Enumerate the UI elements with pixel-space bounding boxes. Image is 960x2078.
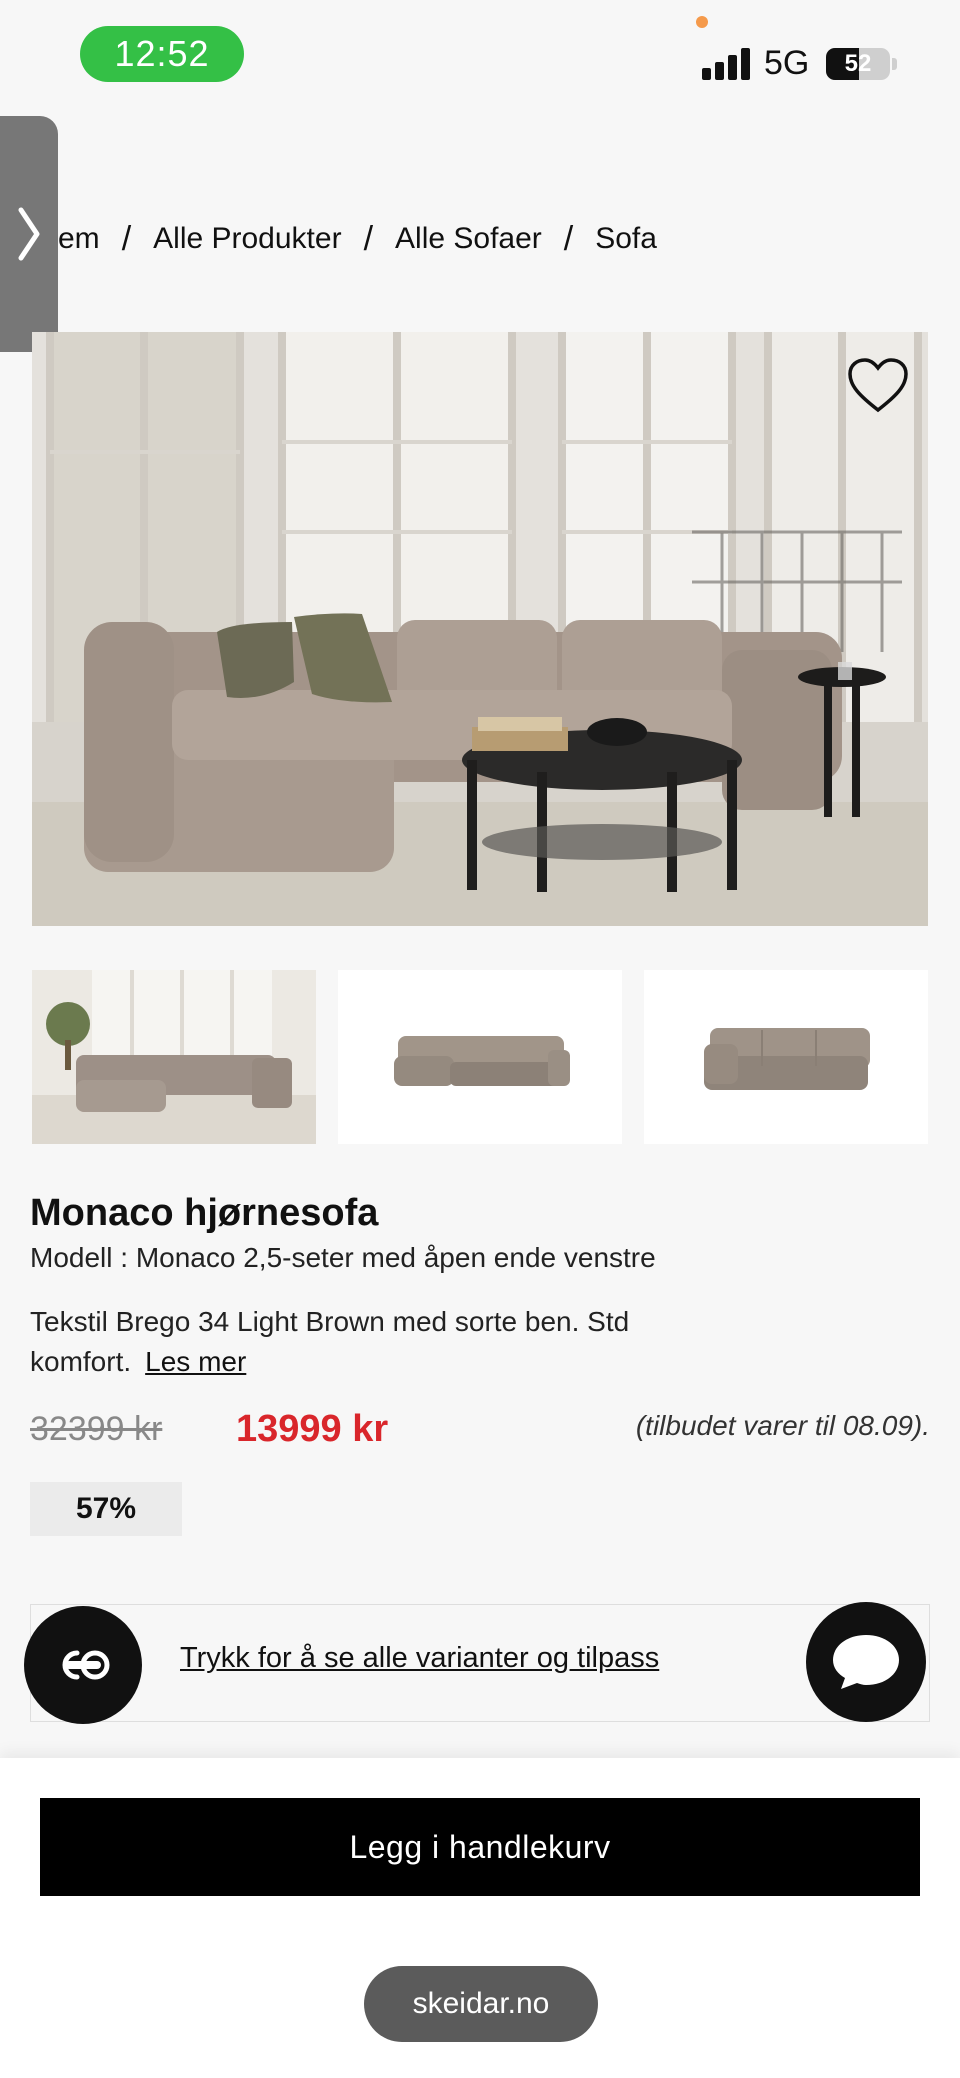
breadcrumb-item-sofa[interactable]: Sofa — [595, 222, 657, 256]
breadcrumb-item-home[interactable]: em — [58, 222, 100, 256]
breadcrumb: em / Alle Produkter / Alle Sofaer / Sofa — [58, 214, 657, 264]
sale-price: 13999 kr — [236, 1408, 389, 1450]
old-price: 32399 kr — [30, 1410, 163, 1448]
co-browse-button[interactable] — [24, 1606, 142, 1724]
description-line-2: komfort. — [30, 1346, 132, 1377]
product-thumbnail-3[interactable] — [644, 970, 928, 1144]
chat-button[interactable] — [806, 1602, 926, 1722]
chevron-right-icon — [18, 207, 40, 261]
description-line-1: Tekstil Brego 34 Light Brown med sorte b… — [30, 1306, 630, 1337]
browser-url-pill[interactable]: skeidar.no — [364, 1966, 598, 2042]
offer-validity: (tilbudet varer til 08.09). — [635, 1410, 930, 1441]
product-thumbnail-2[interactable] — [338, 970, 622, 1144]
co-browse-icon — [62, 1650, 110, 1680]
product-description: Tekstil Brego 34 Light Brown med sorte b… — [30, 1302, 790, 1382]
heart-icon[interactable] — [846, 356, 910, 416]
battery-tip — [892, 58, 897, 70]
breadcrumb-item-all-sofas[interactable]: Alle Sofaer — [395, 222, 542, 256]
chat-bubble-icon — [833, 1635, 899, 1689]
breadcrumb-separator: / — [121, 219, 132, 258]
breadcrumb-separator: / — [363, 219, 374, 258]
network-type: 5G — [764, 44, 810, 82]
status-bar: 12:52 5G 52 — [0, 0, 960, 110]
read-more-link[interactable]: Les mer — [145, 1346, 246, 1377]
discount-badge: 57% — [30, 1482, 182, 1536]
battery-level: 52 — [844, 50, 872, 77]
product-thumbnail-1[interactable] — [32, 970, 316, 1144]
product-model: Modell : Monaco 2,5-seter med åpen ende … — [30, 1242, 656, 1273]
product-main-image[interactable] — [32, 332, 928, 926]
product-title: Monaco hjørnesofa — [30, 1192, 379, 1234]
side-panel-tab[interactable] — [0, 116, 58, 352]
add-to-cart-button[interactable]: Legg i handlekurv — [40, 1798, 920, 1896]
breadcrumb-separator: / — [563, 219, 574, 258]
cellular-signal-icon — [702, 48, 752, 80]
status-time: 12:52 — [80, 26, 244, 82]
battery-icon: 52 — [826, 48, 890, 80]
privacy-indicator-dot — [696, 16, 708, 28]
breadcrumb-item-all-products[interactable]: Alle Produkter — [153, 222, 341, 256]
variants-link[interactable]: Trykk for å se alle varianter og tilpass — [180, 1642, 659, 1675]
